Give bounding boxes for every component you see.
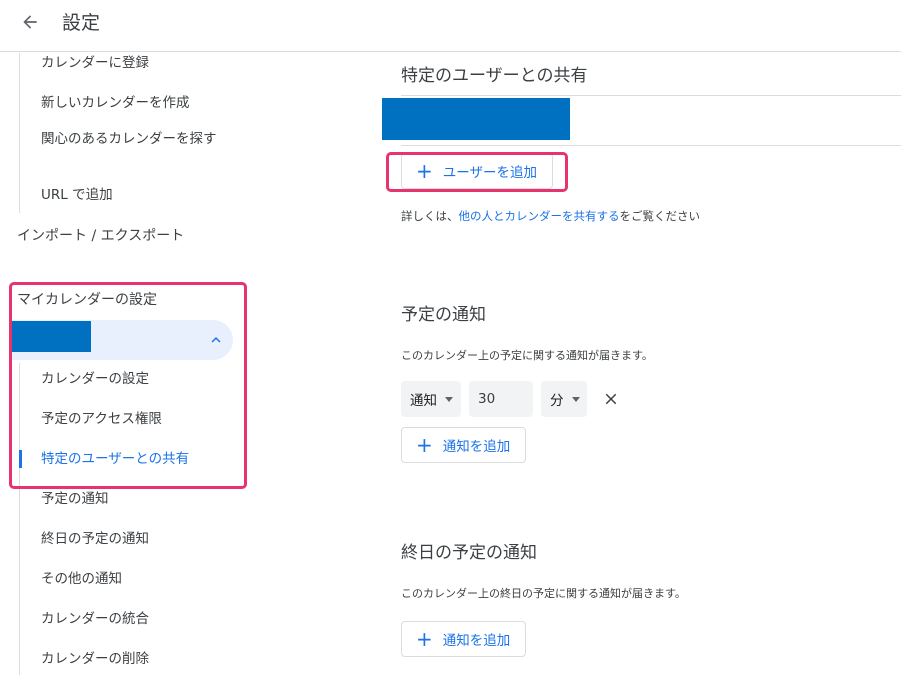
notification-unit-value: 分: [550, 393, 564, 409]
chevron-up-icon: [211, 337, 221, 343]
dropdown-caret-icon: [571, 396, 580, 402]
share-help-text: 詳しくは、他の人とカレンダーを共有するをご覧ください: [401, 208, 700, 224]
add-allday-notification-label: 通知を追加: [442, 633, 511, 649]
section-divider: [401, 145, 901, 146]
section-divider: [401, 95, 901, 96]
redacted-user: [382, 98, 570, 140]
redacted-calendar-name: [10, 321, 91, 352]
sidebar-item-event-notifications[interactable]: 予定の通知: [41, 489, 109, 509]
remove-notification-button[interactable]: [600, 388, 622, 410]
add-user-button[interactable]: + ユーザーを追加: [401, 153, 553, 189]
settings-sidebar: カレンダーに登録 新しいカレンダーを作成 関心のあるカレンダーを探す URL で…: [0, 53, 250, 675]
add-notification-label: 通知を追加: [442, 439, 511, 455]
allday-section-title: 終日の予定の通知: [401, 543, 537, 563]
share-section-title: 特定のユーザーとの共有: [401, 66, 588, 86]
notification-type-value: 通知: [410, 393, 437, 409]
sidebar-item-access-permissions[interactable]: 予定のアクセス権限: [41, 409, 162, 429]
add-allday-notification-button[interactable]: + 通知を追加: [401, 621, 526, 657]
dropdown-caret-icon: [445, 396, 453, 402]
notification-unit-select[interactable]: 分: [541, 381, 587, 417]
app-header: 設定: [0, 0, 901, 52]
sidebar-item-delete-calendar[interactable]: カレンダーの削除: [41, 649, 149, 669]
notify-description: このカレンダー上の予定に関する通知が届きます。: [401, 349, 653, 362]
plus-icon: +: [416, 433, 433, 457]
arrow-back-icon: [23, 15, 37, 29]
allday-description: このカレンダー上の終日の予定に関する通知が届きます。: [401, 587, 686, 600]
close-icon: [605, 393, 617, 405]
notify-section-title: 予定の通知: [401, 305, 486, 325]
sidebar-item-add-by-url[interactable]: URL で追加: [41, 185, 113, 205]
active-indicator: [19, 450, 22, 468]
sidebar-item-create-calendar[interactable]: 新しいカレンダーを作成: [41, 93, 190, 113]
nav-rail: [19, 53, 20, 213]
add-notification-button[interactable]: + 通知を追加: [401, 427, 526, 463]
sidebar-item-share-with-people[interactable]: 特定のユーザーとの共有: [41, 449, 189, 469]
sidebar-item-import-export[interactable]: インポート / エクスポート: [17, 225, 184, 245]
my-calendars-heading: マイカレンダーの設定: [17, 292, 157, 308]
sidebar-item-allday-notifications[interactable]: 終日の予定の通知: [41, 529, 149, 549]
add-user-label: ユーザーを追加: [442, 165, 537, 181]
notification-amount-input[interactable]: [469, 381, 533, 417]
plus-icon: +: [416, 627, 433, 651]
plus-icon: +: [416, 159, 433, 183]
sidebar-item-other-notifications[interactable]: その他の通知: [41, 569, 122, 589]
back-button[interactable]: [14, 6, 46, 38]
sidebar-item-subscribe[interactable]: カレンダーに登録: [41, 53, 149, 73]
help-prefix: 詳しくは、: [401, 209, 459, 223]
sidebar-item-browse-calendars[interactable]: 関心のあるカレンダーを探す: [41, 129, 221, 149]
help-suffix: をご覧ください: [619, 209, 701, 223]
sidebar-item-calendar-settings[interactable]: カレンダーの設定: [41, 369, 149, 389]
page-title: 設定: [62, 12, 101, 34]
sidebar-item-integrate-calendar[interactable]: カレンダーの統合: [41, 609, 149, 629]
nav-rail: [19, 363, 20, 675]
notification-type-select[interactable]: 通知: [401, 381, 461, 417]
share-help-link[interactable]: 他の人とカレンダーを共有する: [459, 209, 620, 223]
calendar-expand-row[interactable]: [10, 320, 233, 360]
